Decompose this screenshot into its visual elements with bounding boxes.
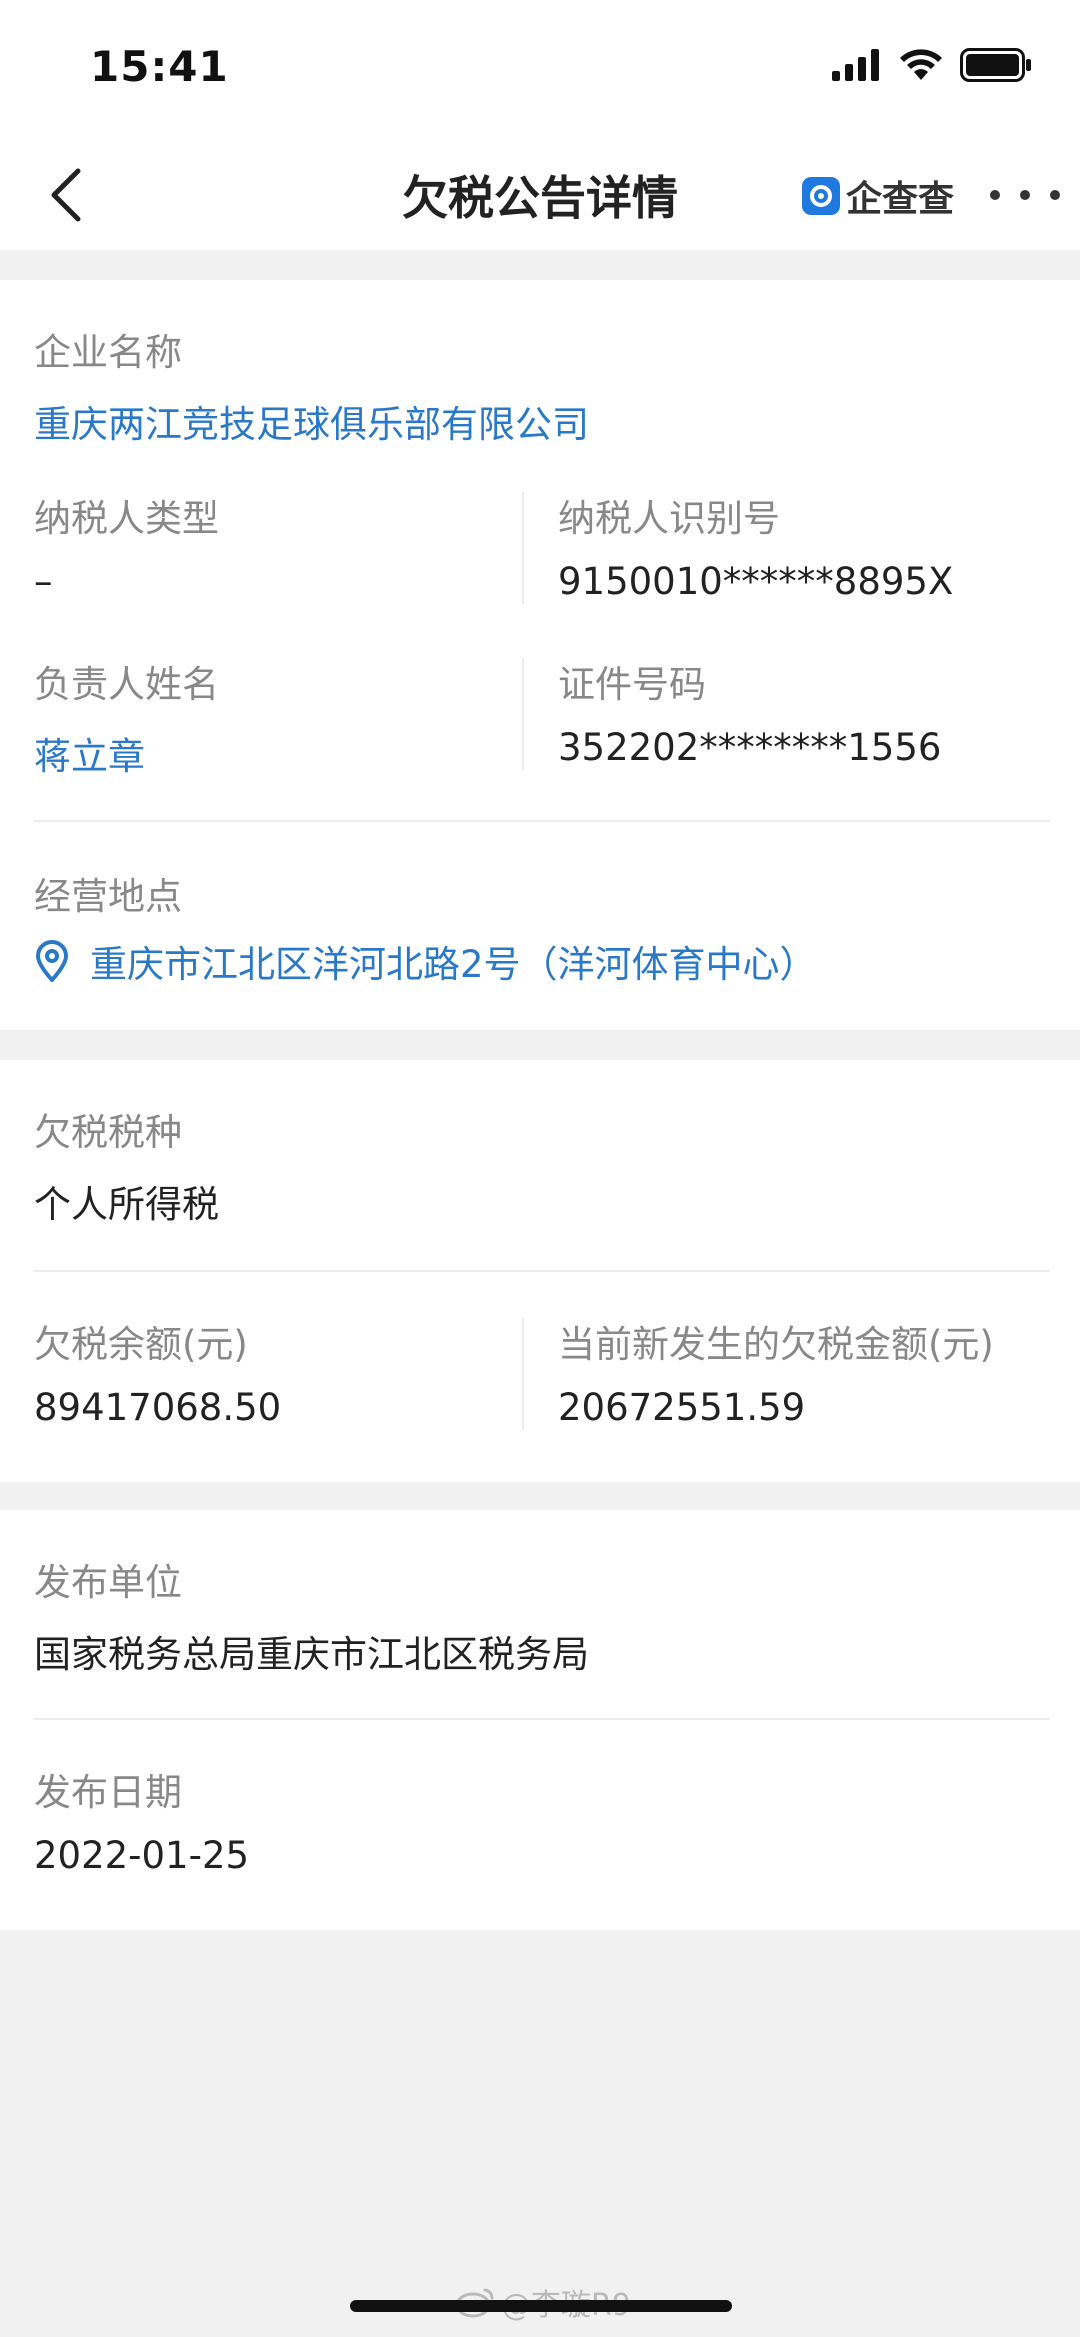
signal-icon	[832, 49, 879, 81]
publish-info-card: 发布单位 国家税务总局重庆市江北区税务局 发布日期 2022-01-25	[0, 1510, 1080, 1930]
taxpayer-type-value: –	[34, 560, 53, 603]
taxpayer-id-label: 纳税人识别号	[558, 497, 780, 540]
brand-name: 企查查	[846, 179, 955, 220]
brand-logo[interactable]: 企查查	[802, 170, 954, 222]
location-pin-icon	[36, 940, 68, 982]
section-divider	[34, 1718, 1050, 1720]
publish-date-value: 2022-01-25	[34, 1834, 250, 1877]
battery-icon	[960, 48, 1031, 82]
tax-balance-label: 欠税余额(元)	[34, 1323, 248, 1366]
publish-date-label: 发布日期	[34, 1771, 182, 1814]
tax-type-label: 欠税税种	[34, 1111, 182, 1154]
tax-type-value: 个人所得税	[34, 1183, 219, 1226]
more-icon-dot	[1020, 190, 1030, 200]
status-time: 15:41	[90, 42, 229, 91]
tax-info-card: 欠税税种 个人所得税 欠税余额(元) 89417068.50 当前新发生的欠税金…	[0, 1060, 1080, 1482]
cert-label: 证件号码	[558, 663, 706, 706]
publish-unit-label: 发布单位	[34, 1561, 182, 1604]
taxpayer-id-value: 9150010******8895X	[558, 560, 954, 603]
column-divider	[522, 492, 524, 604]
column-divider	[522, 658, 524, 770]
more-button[interactable]	[990, 170, 1060, 220]
company-name-label: 企业名称	[34, 331, 182, 374]
home-indicator[interactable]	[350, 2300, 732, 2312]
cert-value: 352202********1556	[558, 726, 942, 769]
company-info-card: 企业名称 重庆两江竞技足球俱乐部有限公司 纳税人类型 – 纳税人识别号 9150…	[0, 280, 1080, 1030]
more-icon-dot	[990, 190, 1000, 200]
person-label: 负责人姓名	[34, 663, 219, 706]
tax-new-label: 当前新发生的欠税金额(元)	[558, 1323, 994, 1366]
tax-balance-value: 89417068.50	[34, 1386, 282, 1429]
location-link[interactable]: 重庆市江北区洋河北路2号（洋河体育中心）	[34, 934, 817, 988]
company-name-link[interactable]: 重庆两江竞技足球俱乐部有限公司	[34, 394, 589, 448]
taxpayer-type-label: 纳税人类型	[34, 497, 219, 540]
status-icons	[832, 48, 1032, 82]
section-divider	[34, 1270, 1050, 1272]
status-bar: 15:41	[0, 0, 1080, 140]
tax-new-value: 20672551.59	[558, 1386, 806, 1429]
nav-bar: 欠税公告详情 企查查	[0, 140, 1080, 250]
location-value: 重庆市江北区洋河北路2号（洋河体育中心）	[90, 943, 817, 986]
back-icon	[51, 168, 81, 222]
location-label: 经营地点	[34, 875, 182, 918]
more-icon-dot	[1050, 190, 1060, 200]
wifi-icon	[900, 49, 942, 80]
brand-mark-icon	[802, 177, 840, 215]
column-divider	[522, 1318, 524, 1430]
publish-unit-value: 国家税务总局重庆市江北区税务局	[34, 1633, 589, 1676]
back-button[interactable]	[40, 160, 90, 230]
person-link[interactable]: 蒋立章	[34, 726, 145, 780]
section-divider	[34, 820, 1050, 822]
